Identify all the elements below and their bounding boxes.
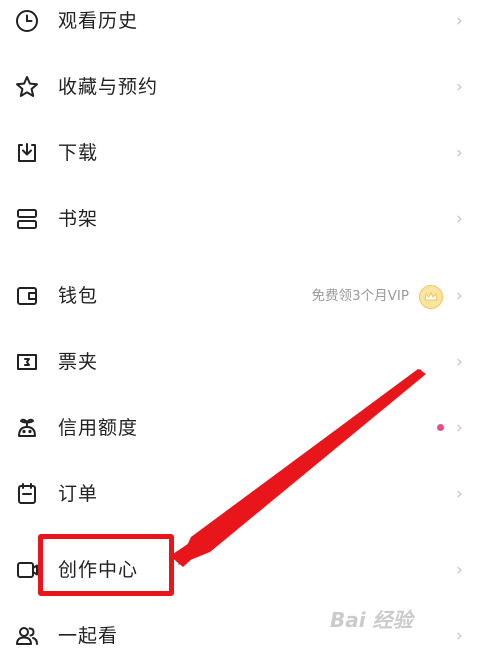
notification-dot	[437, 424, 444, 431]
menu-item-wallet[interactable]: 钱包 免费领3个月VIP ›	[0, 266, 477, 326]
chevron-right-icon: ›	[456, 352, 463, 372]
menu-item-label: 一起看	[58, 625, 119, 647]
menu-item-label: 钱包	[58, 285, 99, 307]
chevron-right-icon: ›	[456, 560, 463, 580]
menu-item-download[interactable]: 下载 ›	[0, 123, 477, 183]
chevron-right-icon: ›	[456, 143, 463, 163]
menu-item-favorites[interactable]: 收藏与预约 ›	[0, 57, 477, 117]
watermark-text: Bai 经验	[330, 608, 413, 632]
menu-item-label: 信用额度	[58, 417, 139, 439]
chevron-right-icon: ›	[456, 286, 463, 306]
menu-item-label: 观看历史	[58, 10, 139, 32]
users-icon	[14, 623, 40, 649]
bookshelf-icon	[14, 206, 40, 232]
wallet-icon	[14, 283, 40, 309]
clock-icon	[14, 8, 40, 34]
highlight-box	[38, 534, 174, 596]
watermark: Bai 经验	[330, 604, 470, 642]
menu-item-label: 票夹	[58, 351, 99, 373]
menu-item-label: 收藏与预约	[58, 76, 159, 98]
chevron-right-icon: ›	[456, 418, 463, 438]
credit-icon	[14, 415, 40, 441]
star-icon	[14, 74, 40, 100]
menu-item-tickets[interactable]: 票夹 ›	[0, 332, 477, 392]
menu-item-label: 下载	[58, 142, 99, 164]
menu-item-bookshelf[interactable]: 书架 ›	[0, 189, 477, 249]
ticket-icon	[14, 349, 40, 375]
creator-icon	[14, 557, 40, 583]
menu-item-credit[interactable]: 信用额度 ›	[0, 398, 477, 458]
download-icon	[14, 140, 40, 166]
menu-item-label: 订单	[58, 483, 99, 505]
chevron-right-icon: ›	[456, 77, 463, 97]
chevron-right-icon: ›	[456, 484, 463, 504]
vip-crown-icon	[419, 285, 443, 309]
menu-item-history[interactable]: 观看历史 ›	[0, 0, 477, 51]
menu-item-orders[interactable]: 订单 ›	[0, 464, 477, 524]
chevron-right-icon: ›	[456, 209, 463, 229]
chevron-right-icon: ›	[456, 11, 463, 31]
order-icon	[14, 481, 40, 507]
menu-item-label: 书架	[58, 208, 99, 230]
vip-promo-text: 免费领3个月VIP	[311, 288, 409, 304]
